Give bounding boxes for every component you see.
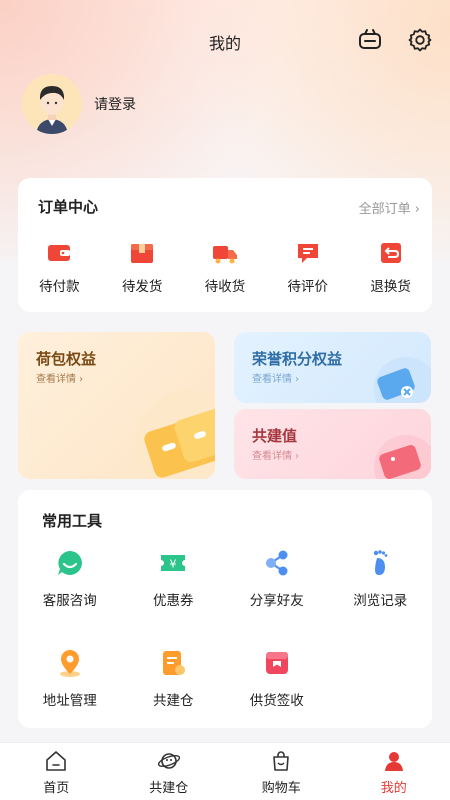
honor-points-title: 荣誉积分权益 xyxy=(252,350,343,368)
tool-label: 共建仓 xyxy=(153,693,194,709)
order-item-label: 退换货 xyxy=(370,279,411,295)
order-item-label: 待付款 xyxy=(39,279,80,295)
card-illustration xyxy=(136,390,215,479)
user-icon xyxy=(384,752,403,771)
tab-home[interactable]: 首页 xyxy=(0,743,113,800)
coupon-icon: ¥ xyxy=(161,555,186,571)
return-icon xyxy=(380,243,401,263)
tool-customer-service[interactable]: 客服咨询 xyxy=(18,548,122,609)
tool-coupons[interactable]: ¥ 优惠券 xyxy=(122,548,226,609)
all-orders-label: 全部订单 xyxy=(358,202,411,217)
tab-mine[interactable]: 我的 xyxy=(338,743,450,800)
location-icon xyxy=(59,650,80,677)
order-return-exchange[interactable]: 退换货 xyxy=(349,240,432,295)
order-center-title: 订单中心 xyxy=(38,198,99,216)
settings-button[interactable] xyxy=(407,27,433,53)
hebao-details-link[interactable]: 查看详情 › xyxy=(36,370,83,385)
points-card-illustration xyxy=(374,357,431,403)
message-icon xyxy=(359,29,381,49)
bag-icon xyxy=(265,652,288,674)
honor-points-details-link[interactable]: 查看详情 › xyxy=(252,370,299,385)
document-icon xyxy=(163,651,186,675)
hebao-benefits-card[interactable]: 荷包权益 查看详情 › xyxy=(18,332,215,479)
tool-label: 浏览记录 xyxy=(353,593,408,609)
tab-label: 共建仓 xyxy=(149,781,189,796)
tool-supply-receipt[interactable]: 供货签收 xyxy=(225,648,329,709)
tool-co-build-warehouse[interactable]: 共建仓 xyxy=(122,648,226,709)
avatar-illustration xyxy=(22,74,82,134)
hebao-title: 荷包权益 xyxy=(36,350,97,368)
common-tools-title: 常用工具 xyxy=(42,512,103,530)
comment-icon xyxy=(297,244,318,263)
all-orders-link[interactable]: 全部订单 › xyxy=(359,198,420,217)
tab-cart[interactable]: 购物车 xyxy=(225,743,338,800)
chevron-right-icon: › xyxy=(414,202,420,217)
package-icon xyxy=(131,244,154,263)
message-button[interactable] xyxy=(357,27,383,53)
tab-label: 首页 xyxy=(43,781,70,796)
svg-text:¥: ¥ xyxy=(170,558,177,571)
tool-browse-history[interactable]: 浏览记录 xyxy=(329,548,433,609)
order-pending-payment[interactable]: 待付款 xyxy=(18,240,101,295)
tool-label: 优惠券 xyxy=(153,593,194,609)
tool-address-management[interactable]: 地址管理 xyxy=(18,648,122,709)
order-item-label: 待发货 xyxy=(121,279,163,295)
order-pending-receipt[interactable]: 待收货 xyxy=(184,240,267,295)
planet-icon xyxy=(157,753,180,769)
bottom-tab-bar: 首页 共建仓 购物车 我的 xyxy=(0,742,450,800)
tab-label: 购物车 xyxy=(261,781,301,796)
tool-label: 客服咨询 xyxy=(42,593,97,609)
share-icon xyxy=(265,550,288,576)
order-center-card: 订单中心 全部订单 › 待付款 待发货 待收货 待评价 退换货 xyxy=(18,178,432,312)
co-build-details-link[interactable]: 查看详情 › xyxy=(252,447,299,462)
tool-share-friends[interactable]: 分享好友 xyxy=(225,548,329,609)
tab-label: 我的 xyxy=(380,781,407,796)
tool-label: 地址管理 xyxy=(42,693,97,709)
honor-points-card[interactable]: 荣誉积分权益 查看详情 › xyxy=(234,332,431,403)
wallet-icon xyxy=(48,245,71,261)
common-tools-card: 常用工具 客服咨询 ¥ 优惠券 分享好友 浏览记录 地址管理 共建仓 供货签收 xyxy=(18,490,432,728)
profile[interactable]: 请登录 xyxy=(22,74,136,134)
avatar[interactable] xyxy=(22,74,82,134)
truck-icon xyxy=(212,246,237,264)
value-card-illustration xyxy=(374,435,431,479)
co-build-value-card[interactable]: 共建值 查看详情 › xyxy=(234,409,431,479)
order-pending-shipment[interactable]: 待发货 xyxy=(101,240,184,295)
tab-co-build-warehouse[interactable]: 共建仓 xyxy=(113,743,226,800)
order-pending-review[interactable]: 待评价 xyxy=(266,240,349,295)
gear-icon xyxy=(408,28,432,52)
shopping-bag-icon xyxy=(273,751,290,771)
home-icon xyxy=(46,751,67,771)
tool-label: 供货签收 xyxy=(249,693,304,709)
order-item-label: 待收货 xyxy=(204,279,246,295)
co-build-value-title: 共建值 xyxy=(252,427,298,445)
login-link[interactable]: 请登录 xyxy=(94,94,136,114)
tool-label: 分享好友 xyxy=(249,593,304,609)
header: 我的 xyxy=(0,0,450,84)
order-item-label: 待评价 xyxy=(287,279,329,295)
footprint-icon xyxy=(374,550,388,575)
chat-icon xyxy=(57,551,82,575)
